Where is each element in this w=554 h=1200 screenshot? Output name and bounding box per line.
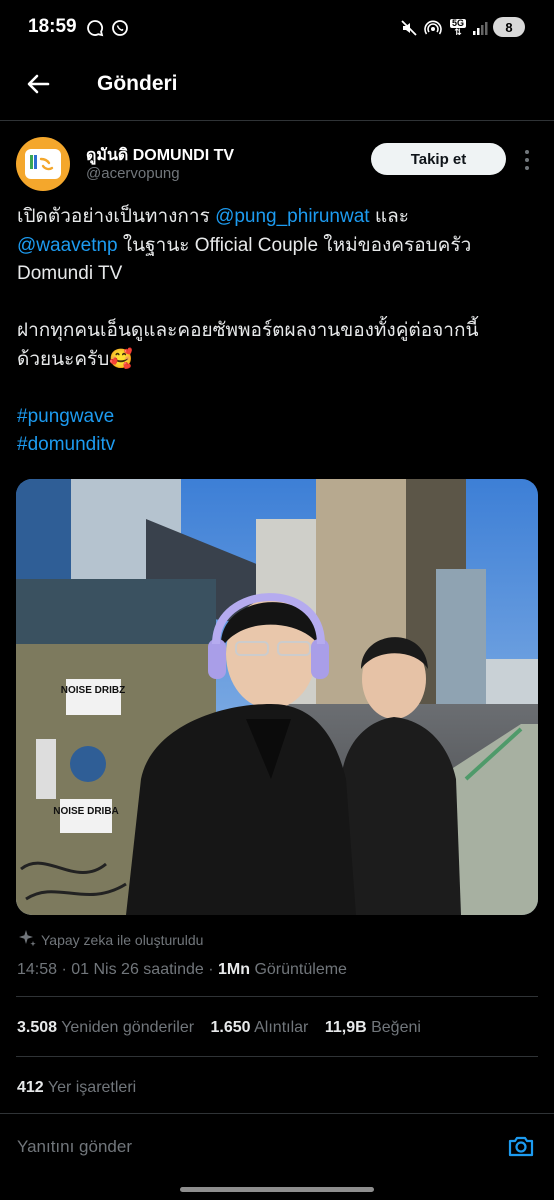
hotspot-icon xyxy=(422,17,444,39)
network-indicator: 5G ⇅ xyxy=(449,18,466,37)
logo-icon xyxy=(25,149,61,179)
more-options-icon[interactable] xyxy=(518,148,536,170)
likes-stat[interactable]: 11,9B Beğeni xyxy=(325,1019,421,1036)
hashtag-link[interactable]: #domunditv xyxy=(17,434,115,455)
post-image[interactable]: NOISE DRIBZ NOISE DRIBA xyxy=(16,479,538,915)
arrow-left-icon xyxy=(27,74,50,94)
post-line: ในฐานะ Official Couple ใหม่ของครอบครัว xyxy=(117,234,472,256)
battery-indicator: 8 xyxy=(493,17,525,37)
meta-divider xyxy=(16,996,538,997)
whatsapp-icon xyxy=(109,17,131,39)
signal-icon xyxy=(469,17,491,39)
mute-icon xyxy=(398,17,420,39)
mention-link[interactable]: @pung_phirunwat xyxy=(215,206,370,227)
ai-generated-label[interactable]: Yapay zeka ile oluşturuldu xyxy=(41,932,203,948)
hashtag-link[interactable]: #pungwave xyxy=(17,406,114,427)
follow-button[interactable]: Takip et xyxy=(371,143,506,175)
likes-label: Beğeni xyxy=(371,1019,421,1036)
message-icon xyxy=(84,17,106,39)
sticker-text: NOISE DRIBA xyxy=(53,806,119,817)
author-avatar[interactable] xyxy=(16,137,70,191)
back-button[interactable] xyxy=(22,68,54,100)
reposts-label: Yeniden gönderiler xyxy=(61,1019,195,1036)
sparkle-icon xyxy=(17,929,37,949)
page-title: Gönderi xyxy=(97,72,178,95)
bookmarks-count: 412 xyxy=(17,1079,44,1096)
bookmarks-label: Yer işaretleri xyxy=(47,1079,137,1096)
post-timestamp: 14:58 · 01 Nis 26 saatinde · xyxy=(17,961,219,978)
post-line: ด้วยนะครับ🥰 xyxy=(17,348,133,370)
reply-input[interactable]: Yanıtını gönder xyxy=(17,1137,132,1157)
sticker-text: NOISE DRIBZ xyxy=(61,685,125,696)
stats-divider xyxy=(16,1056,538,1057)
status-bar: 18:59 5G ⇅ 8 xyxy=(0,0,554,58)
likes-count: 11,9B xyxy=(324,1019,367,1036)
views-label: Görüntüleme xyxy=(250,961,347,978)
post-line: ฝากทุกคนเอ็นดูและคอยซัพพอร์ตผลงานของทั้ง… xyxy=(17,320,479,341)
home-indicator[interactable] xyxy=(180,1187,374,1192)
author-handle[interactable]: @acervopung xyxy=(86,165,180,182)
header-divider xyxy=(0,120,554,121)
bookmarks-stat[interactable]: 412 Yer işaretleri xyxy=(17,1079,136,1097)
mention-link[interactable]: @waavetnp xyxy=(17,235,118,256)
post-line: และ xyxy=(369,206,409,227)
post-text: เปิดตัวอย่างเป็นทางการ @pung_phirunwat แ… xyxy=(17,203,537,460)
quotes-count: 1.650 xyxy=(210,1019,251,1036)
camera-icon[interactable] xyxy=(507,1132,535,1160)
reposts-count: 3.508 xyxy=(17,1019,58,1036)
status-time: 18:59 xyxy=(28,16,77,37)
post-line: Domundi TV xyxy=(17,263,123,284)
post-meta: 14:58 · 01 Nis 26 saatinde · 1Mn Görüntü… xyxy=(17,961,347,979)
engagement-stats: 3.508 Yeniden gönderiler 1.650 Alıntılar… xyxy=(17,1019,421,1037)
views-count: 1Mn xyxy=(218,961,251,978)
post-line: เปิดตัวอย่างเป็นทางการ xyxy=(17,206,216,227)
quotes-stat[interactable]: 1.650 Alıntılar xyxy=(211,1019,309,1036)
quotes-label: Alıntılar xyxy=(254,1019,309,1036)
bookmarks-divider xyxy=(0,1113,554,1114)
photo-illustration: NOISE DRIBZ NOISE DRIBA xyxy=(16,479,538,915)
reposts-stat[interactable]: 3.508 Yeniden gönderiler xyxy=(17,1019,194,1036)
